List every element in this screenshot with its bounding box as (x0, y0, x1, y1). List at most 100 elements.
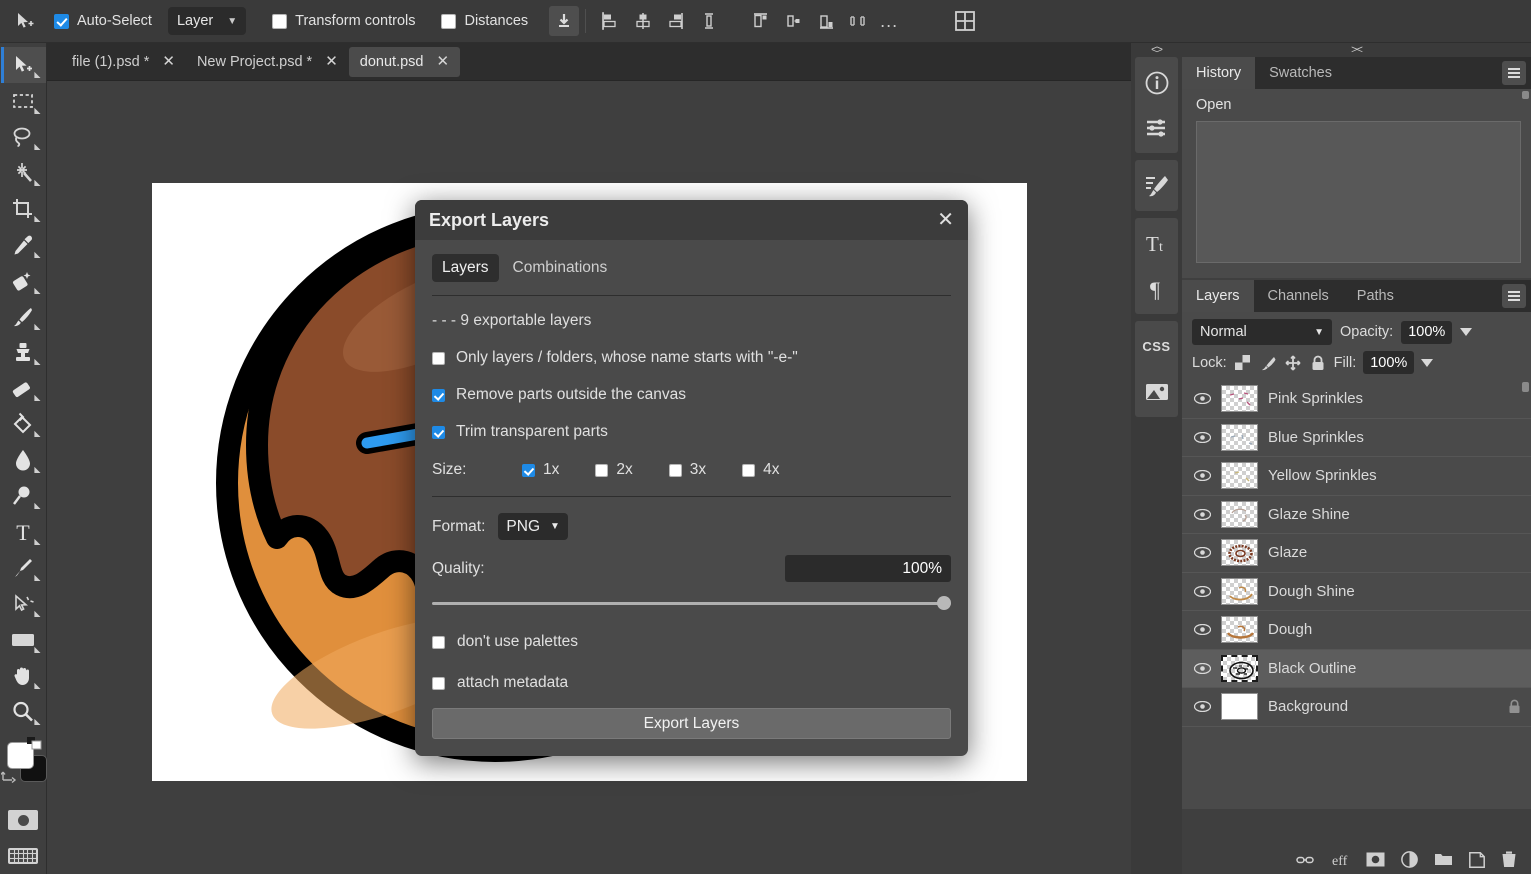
fill-value[interactable]: 100% (1363, 351, 1415, 374)
layer-row-background[interactable]: Background (1182, 688, 1531, 727)
only-e-prefix-checkbox[interactable] (432, 351, 445, 365)
new-group-icon[interactable] (1434, 852, 1453, 867)
css-icon[interactable]: CSS (1135, 324, 1178, 369)
path-selection-tool[interactable]: ◣ (1, 586, 46, 622)
image-icon[interactable] (1135, 369, 1178, 414)
lock-image-pixels-icon[interactable] (1259, 354, 1277, 372)
option-attach-metadata[interactable]: attach metadata (432, 674, 951, 692)
new-layer-icon[interactable] (1469, 851, 1485, 868)
layer-row-glaze-shine[interactable]: Glaze Shine (1182, 496, 1531, 534)
lock-position-icon[interactable] (1284, 354, 1302, 372)
layer-row-dough-shine[interactable]: Dough Shine (1182, 573, 1531, 611)
keyboard-icon[interactable] (1, 838, 46, 874)
align-bottom-edges-icon[interactable] (811, 6, 841, 36)
eraser-tool[interactable]: ◣ (1, 370, 46, 406)
link-layers-icon[interactable] (1296, 854, 1314, 866)
layer-row-blue-sprinkles[interactable]: Blue Sprinkles (1182, 419, 1531, 457)
eyedropper-tool[interactable]: ◣ (1, 227, 46, 263)
brush-tool[interactable]: ◣ (1, 299, 46, 335)
distances-option[interactable]: Distances (441, 13, 528, 29)
dialog-tab-combinations[interactable]: Combinations (503, 254, 618, 282)
blur-tool[interactable]: ◣ (1, 442, 46, 478)
option-trim-transparent[interactable]: Trim transparent parts (432, 423, 951, 441)
brush-settings-icon[interactable] (1135, 163, 1178, 208)
align-top-edges-icon[interactable] (745, 6, 775, 36)
history-list[interactable]: Open (1182, 89, 1531, 278)
layer-scope-select[interactable]: Layer ▼ (167, 7, 247, 35)
layer-thumbnail[interactable] (1221, 423, 1258, 451)
history-panel-grip[interactable]: >< (1182, 43, 1531, 57)
lasso-tool[interactable]: ◣ (1, 119, 46, 155)
close-icon[interactable]: ✕ (162, 54, 175, 69)
tab-paths[interactable]: Paths (1343, 280, 1408, 312)
layer-row-black-outline[interactable]: Black Outline (1182, 649, 1531, 688)
trim-transparent-checkbox[interactable] (432, 425, 445, 439)
dialog-tab-layers[interactable]: Layers (432, 254, 499, 282)
remove-outside-canvas-checkbox[interactable] (432, 388, 445, 402)
layer-row-dough[interactable]: Dough (1182, 611, 1531, 650)
layer-list-scrollbar[interactable] (1522, 380, 1529, 809)
quick-mask-icon[interactable] (1, 802, 46, 838)
eye-icon[interactable] (1194, 431, 1211, 443)
tab-history[interactable]: History (1182, 57, 1256, 89)
character-icon[interactable]: Tt (1135, 221, 1178, 266)
quality-value-field[interactable]: 100% (785, 555, 951, 582)
layer-thumbnail[interactable] (1221, 654, 1258, 682)
adjustments-icon[interactable] (1135, 105, 1178, 150)
more-align-options[interactable]: ... (874, 12, 904, 30)
layer-thumbnail[interactable] (1221, 693, 1258, 721)
lock-all-icon[interactable] (1309, 354, 1327, 372)
move-tool[interactable]: ◣ (0, 47, 46, 83)
history-scrollbar[interactable] (1522, 91, 1529, 276)
attach-metadata-checkbox[interactable] (432, 676, 445, 690)
panel-menu-icon[interactable] (1502, 284, 1526, 308)
dodge-tool[interactable]: ◣ (1, 478, 46, 514)
align-horizontal-centers-icon[interactable] (628, 6, 658, 36)
eye-icon[interactable] (1194, 470, 1211, 482)
paint-bucket-tool[interactable]: ◣ (1, 406, 46, 442)
layer-thumbnail[interactable] (1221, 577, 1258, 605)
size-option-2x[interactable]: 2x (595, 461, 633, 479)
eye-icon[interactable] (1194, 393, 1211, 405)
tab-channels[interactable]: Channels (1254, 280, 1343, 312)
layer-thumbnail[interactable] (1221, 500, 1258, 528)
eye-icon[interactable] (1194, 701, 1211, 713)
export-layers-button[interactable]: Export Layers (432, 708, 951, 739)
distribute-horizontal-icon[interactable] (844, 6, 874, 36)
option-only-e-prefix[interactable]: Only layers / folders, whose name starts… (432, 349, 951, 367)
paragraph-icon[interactable]: ¶ (1135, 266, 1178, 311)
size-4x-checkbox[interactable] (742, 463, 756, 477)
document-tab-donut[interactable]: donut.psd ✕ (348, 46, 461, 77)
blend-mode-select[interactable]: Normal ▼ (1192, 319, 1332, 345)
type-tool[interactable]: T ◣ (1, 514, 46, 550)
document-tab-file1[interactable]: file (1).psd * ✕ (61, 47, 186, 77)
no-palettes-checkbox[interactable] (432, 635, 445, 649)
zoom-tool[interactable]: ◣ (1, 694, 46, 730)
pen-tool[interactable]: ◣ (1, 550, 46, 586)
eye-icon[interactable] (1194, 547, 1211, 559)
layer-thumbnail[interactable] (1221, 462, 1258, 490)
option-no-palettes[interactable]: don't use palettes (432, 633, 951, 651)
size-1x-checkbox[interactable] (522, 463, 535, 477)
eye-icon[interactable] (1194, 585, 1211, 597)
slider-knob[interactable] (937, 596, 951, 610)
color-swatches[interactable] (0, 736, 47, 796)
option-remove-outside-canvas[interactable]: Remove parts outside the canvas (432, 386, 951, 404)
quality-slider[interactable] (432, 596, 951, 610)
fill-dropdown-icon[interactable] (1421, 358, 1434, 367)
size-option-1x[interactable]: 1x (522, 461, 559, 479)
layer-thumbnail[interactable] (1221, 385, 1258, 413)
swap-colors-icon[interactable] (26, 736, 44, 752)
history-item-open[interactable]: Open (1182, 95, 1531, 115)
crop-tool[interactable]: ◣ (1, 191, 46, 227)
align-vertical-distribute-icon[interactable] (694, 6, 724, 36)
hand-tool[interactable]: ◣ (1, 658, 46, 694)
grid-layout-icon[interactable] (950, 6, 980, 36)
size-2x-checkbox[interactable] (595, 463, 609, 477)
dialog-title-bar[interactable]: Export Layers ✕ (415, 200, 968, 240)
tab-swatches[interactable]: Swatches (1255, 57, 1346, 89)
eye-icon[interactable] (1194, 662, 1211, 674)
layer-list[interactable]: Pink Sprinkles Blue Sprinkles Yellow Spr… (1182, 380, 1531, 809)
opacity-dropdown-icon[interactable] (1460, 328, 1473, 336)
tab-layers[interactable]: Layers (1182, 280, 1254, 312)
